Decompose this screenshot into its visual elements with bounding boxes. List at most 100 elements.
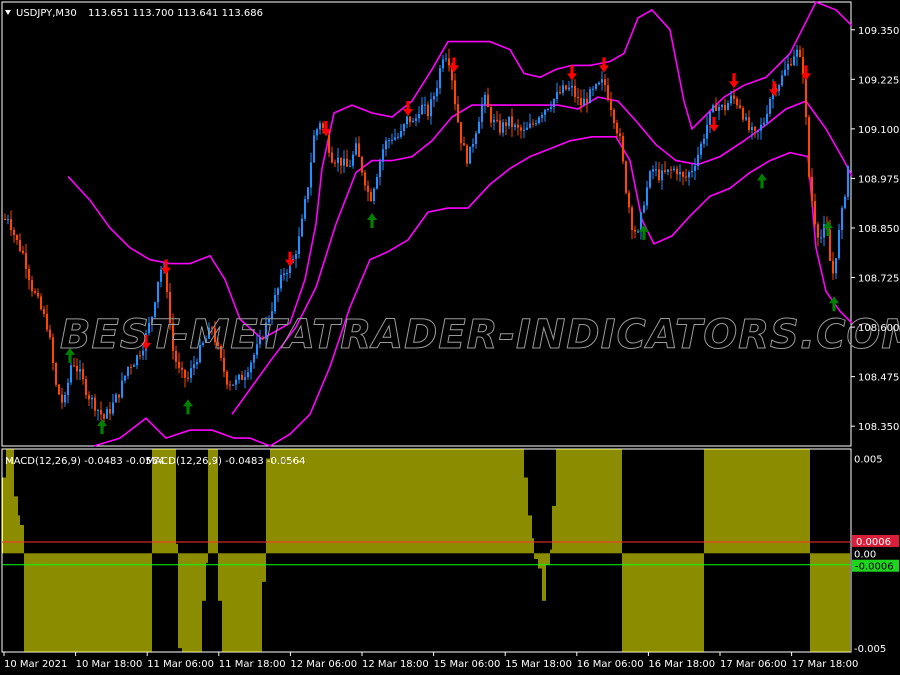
candle-body <box>661 170 663 181</box>
candle-body <box>508 116 510 126</box>
candle-body <box>331 152 333 163</box>
candle-body <box>538 117 540 124</box>
candle-body <box>250 362 252 373</box>
candle-body <box>745 117 747 120</box>
candle-body <box>571 85 573 88</box>
candle-body <box>301 218 303 237</box>
candle-body <box>115 394 117 403</box>
candle-body <box>697 154 699 166</box>
candle-body <box>796 49 798 57</box>
time-tick-label: 12 Mar 06:00 <box>290 659 357 670</box>
candle-body <box>493 119 495 123</box>
price-tick-label: 109.350 <box>858 26 899 37</box>
candle-body <box>196 362 198 365</box>
price-pane-border <box>1 1 852 447</box>
candle-body <box>562 85 564 94</box>
candle-body <box>85 379 87 396</box>
candles <box>4 44 849 427</box>
candle-body <box>556 92 558 99</box>
candle-body <box>403 124 405 131</box>
candle-body <box>238 374 240 380</box>
candle-body <box>340 157 342 166</box>
chart-header[interactable]: USDJPY,M30 113.651 113.700 113.641 113.6… <box>5 8 263 19</box>
candle-body <box>466 145 468 164</box>
candle-body <box>751 127 753 131</box>
candle-body <box>808 117 810 177</box>
candle-body <box>694 165 696 171</box>
candle-body <box>793 56 795 66</box>
candle-body <box>349 165 351 167</box>
candle-body <box>496 119 498 121</box>
sell-arrow-icon <box>567 65 577 81</box>
candle-body <box>430 99 432 117</box>
candle-body <box>463 143 465 146</box>
candle-body <box>733 95 735 99</box>
candle-body <box>283 273 285 275</box>
candle-body <box>520 127 522 131</box>
candle-body <box>370 191 372 202</box>
candle-body <box>295 254 297 259</box>
candle-body <box>178 361 180 368</box>
candle-body <box>7 219 9 221</box>
dropdown-icon[interactable] <box>5 10 11 15</box>
candle-body <box>841 207 843 230</box>
candle-body <box>223 357 225 372</box>
candle-body <box>37 292 39 297</box>
candle-body <box>649 171 651 188</box>
price-tick-label: 108.600 <box>858 323 899 334</box>
candle-body <box>700 143 702 155</box>
candle-body <box>664 170 666 172</box>
candle-body <box>76 365 78 372</box>
candle-body <box>559 92 561 94</box>
candle-body <box>598 82 600 85</box>
candle-body <box>361 156 363 173</box>
candle-body <box>499 120 501 133</box>
macd-title: MACD(12,26,9) -0.0483 -0.0564 <box>5 456 165 467</box>
candle-body <box>25 253 27 269</box>
candle-body <box>676 168 678 175</box>
time-tick-label: 17 Mar 06:00 <box>720 659 787 670</box>
candle-body <box>319 123 321 130</box>
price-tick-label: 108.850 <box>858 224 899 235</box>
candle-body <box>691 171 693 173</box>
candle-body <box>469 146 471 164</box>
bollinger-middle <box>231 96 853 415</box>
candle-body <box>610 100 612 110</box>
time-tick-label: 15 Mar 18:00 <box>505 659 572 670</box>
candle-body <box>736 98 738 106</box>
buy-arrow-icon <box>757 173 767 189</box>
candle-body <box>247 372 249 378</box>
candle-body <box>379 161 381 178</box>
candle-body <box>88 395 90 400</box>
candle-body <box>625 161 627 193</box>
candle-body <box>307 187 309 200</box>
candle-body <box>655 169 657 171</box>
candle-body <box>445 58 447 60</box>
candle-body <box>49 329 51 338</box>
candle-body <box>472 144 474 147</box>
candle-body <box>442 59 444 69</box>
candle-body <box>589 89 591 103</box>
candle-body <box>64 395 66 403</box>
candle-body <box>226 371 228 385</box>
buy-arrow-icon <box>97 419 107 435</box>
candle-body <box>601 79 603 83</box>
bollinger-upper <box>67 0 853 340</box>
candle-body <box>490 107 492 123</box>
candle-body <box>673 168 675 171</box>
candle-body <box>814 201 816 225</box>
signal-arrows <box>65 57 839 435</box>
macd-lower-level-label: -0.0006 <box>855 562 894 573</box>
candle-body <box>763 122 765 125</box>
candle-body <box>619 133 621 136</box>
candle-body <box>118 394 120 398</box>
candle-body <box>40 296 42 310</box>
candle-body <box>628 192 630 208</box>
time-tick-label: 10 Mar 2021 <box>4 659 67 670</box>
candle-body <box>541 115 543 118</box>
candle-body <box>517 124 519 128</box>
candle-body <box>550 106 552 109</box>
candle-body <box>757 130 759 132</box>
candle-body <box>286 273 288 275</box>
candle-body <box>193 364 195 369</box>
